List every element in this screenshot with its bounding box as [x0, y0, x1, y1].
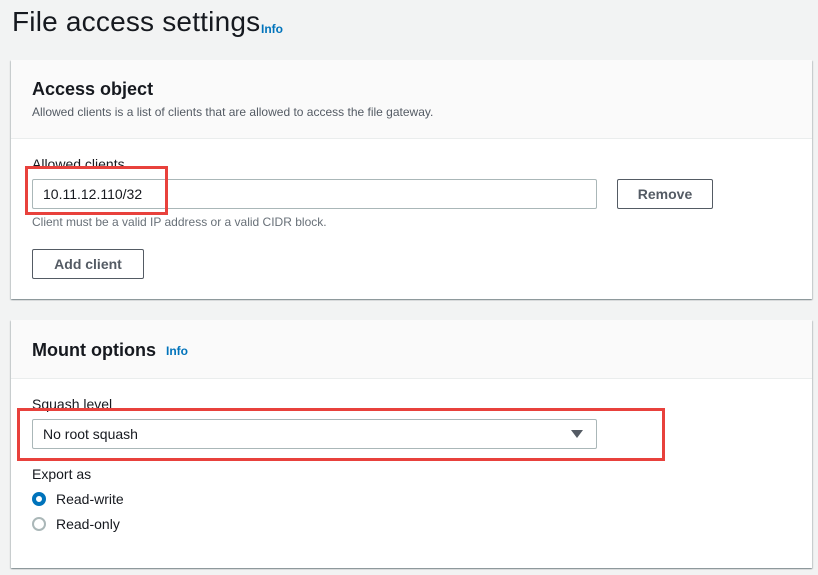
add-client-button[interactable]: Add client: [32, 249, 144, 279]
mount-options-header: Mount options Info: [11, 320, 812, 379]
access-object-title: Access object: [32, 79, 154, 99]
radio-read-only-label: Read-only: [56, 516, 120, 532]
export-as-label: Export as: [32, 466, 92, 482]
squash-level-select[interactable]: No root squash: [32, 419, 597, 449]
radio-read-write[interactable]: Read-write: [32, 491, 124, 507]
radio-read-write-label: Read-write: [56, 491, 124, 507]
mount-options-info-link[interactable]: Info: [166, 344, 188, 358]
allowed-client-input[interactable]: [32, 179, 597, 209]
radio-unchecked-icon: [32, 517, 46, 531]
squash-level-label: Squash level: [32, 396, 113, 412]
title-info-link[interactable]: Info: [261, 22, 283, 36]
remove-button[interactable]: Remove: [617, 179, 713, 209]
caret-down-icon: [571, 430, 583, 438]
mount-options-title: Mount options: [32, 340, 156, 360]
access-object-description: Allowed clients is a list of clients tha…: [32, 105, 434, 119]
access-object-panel: Access object Allowed clients is a list …: [11, 60, 812, 299]
radio-read-only[interactable]: Read-only: [32, 516, 120, 532]
squash-level-value: No root squash: [43, 426, 138, 442]
access-object-header: Access object Allowed clients is a list …: [11, 60, 812, 139]
client-hint: Client must be a valid IP address or a v…: [32, 215, 327, 229]
allowed-clients-label: Allowed clients: [32, 156, 125, 172]
radio-checked-icon: [32, 492, 46, 506]
mount-options-panel: Mount options Info Squash level No root …: [11, 320, 812, 568]
page-title: File access settings: [12, 6, 261, 37]
